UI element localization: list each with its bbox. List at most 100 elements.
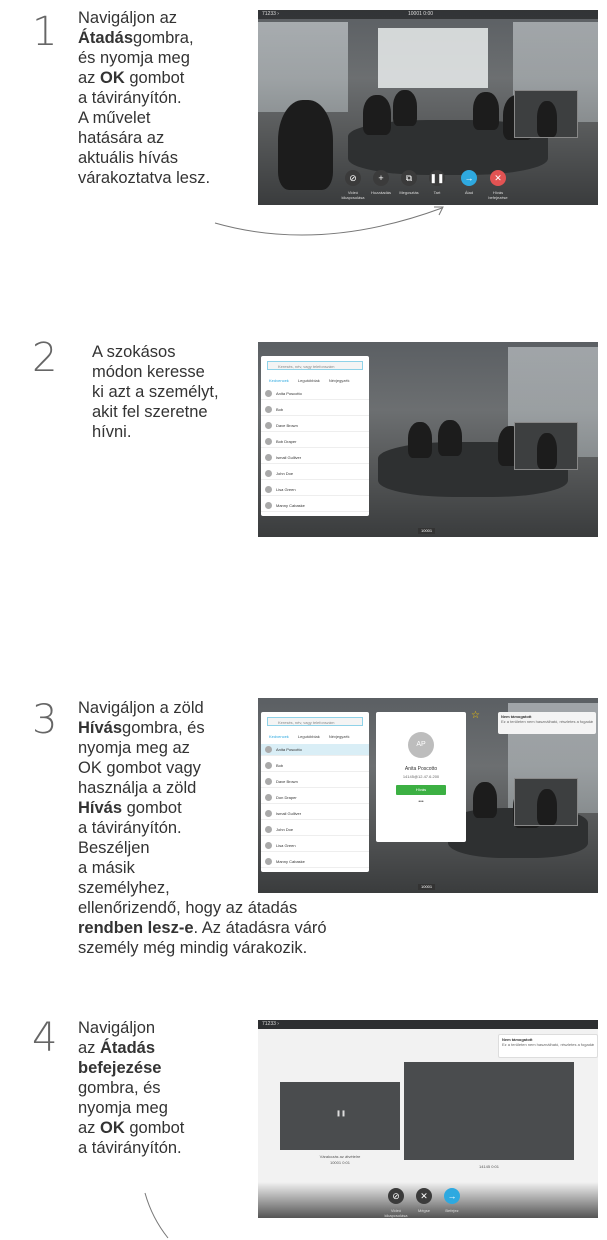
- contact-card-number: 14145@12.47.6.200: [402, 774, 440, 779]
- avatar: [265, 794, 272, 802]
- video-off-button[interactable]: ⊘: [345, 170, 361, 186]
- contact-name: Bob: [276, 763, 284, 768]
- text-line: hívni.: [92, 423, 132, 441]
- contact-tabs: Kedvencek Legutóbbiak Névjegyzék: [269, 378, 358, 383]
- list-item[interactable]: John Doe: [261, 824, 369, 836]
- screenshot-call-contact: Keresés, név, vagy telefonszám Kedvencek…: [258, 698, 598, 893]
- active-call-tile: [404, 1062, 574, 1160]
- contact-name: Don Draper: [276, 795, 297, 800]
- avatar: [265, 438, 272, 446]
- contact-name: Bob Draper: [276, 439, 297, 444]
- self-view: [514, 422, 578, 470]
- screenshot-in-call: 71233 › 10001 0:00 ⊘ + ⧉ ❚❚ → ✕ Videó ki…: [258, 10, 598, 205]
- text-line: az OK gombot: [78, 1119, 185, 1137]
- text-line: várakoztatva lesz.: [78, 169, 211, 187]
- call-button[interactable]: Hívás: [396, 785, 446, 795]
- hold-button[interactable]: ❚❚: [429, 170, 445, 186]
- step-3: 3 Navigáljon a zöld Hívásgombra, és nyom…: [0, 690, 607, 957]
- contact-name: Bob: [276, 407, 284, 412]
- contact-name: John Doe: [276, 827, 294, 832]
- control-label: Videó kikapcsolása: [384, 1208, 408, 1218]
- notice-text: Ez a területen nem használható, részlete…: [502, 1042, 594, 1047]
- held-call-tile: ❚❚: [280, 1082, 400, 1150]
- text-line: nyomja meg: [78, 1099, 168, 1117]
- contact-name: Manny Cabaske: [276, 503, 305, 508]
- text-line: A szokásos: [92, 343, 176, 361]
- search-input[interactable]: Keresés, név, vagy telefonszám: [267, 717, 363, 726]
- text-line: ellenőrizendő, hogy az átadás: [78, 899, 298, 917]
- notice-popup: Nem támogatott Ez a területen nem haszná…: [498, 1034, 598, 1058]
- list-item[interactable]: Dave Brown: [261, 776, 369, 788]
- avatar: [265, 842, 272, 850]
- add-button[interactable]: +: [373, 170, 389, 186]
- pause-icon: ❚❚: [336, 1111, 347, 1117]
- list-item[interactable]: Anita Poscotto: [261, 388, 369, 400]
- list-item[interactable]: Manny Cabaske: [261, 856, 369, 868]
- list-item[interactable]: Dave Brown: [261, 420, 369, 432]
- notice-text: Ez a területen nem használható, részlete…: [501, 719, 593, 724]
- held-call-label: Várakozás az átvételre: [319, 1154, 361, 1159]
- cancel-button[interactable]: ✕: [416, 1188, 432, 1204]
- avatar: [265, 810, 272, 818]
- text-line: a távirányítón.: [78, 1139, 182, 1157]
- text-line: módon keresse: [92, 363, 205, 381]
- list-item[interactable]: Lisa Green: [261, 840, 369, 852]
- contact-name: Dave Brown: [276, 779, 298, 784]
- contact-name: Lisa Green: [276, 843, 296, 848]
- avatar: [265, 454, 272, 462]
- step-1: 1 Navigáljon az Átadásgombra, és nyomja …: [0, 0, 607, 250]
- contact-name: Dave Brown: [276, 423, 298, 428]
- list-item[interactable]: Lisa Green: [261, 484, 369, 496]
- screenshot-search: Keresés, név, vagy telefonszám Kedvencek…: [258, 342, 598, 537]
- text-line: befejezése: [78, 1059, 162, 1077]
- contact-name: Manny Cabaske: [276, 859, 305, 864]
- tab-directory[interactable]: Névjegyzék: [329, 734, 350, 739]
- contact-card-name: Anita Poscotto: [404, 766, 438, 772]
- list-item[interactable]: Bob: [261, 760, 369, 772]
- text-line: ki azt a személyt,: [92, 383, 219, 401]
- call-tag: 10001: [418, 528, 436, 534]
- screenshot-complete-transfer: 71233 › Nem támogatott Ez a területen ne…: [258, 1020, 598, 1218]
- more-button[interactable]: •••: [376, 799, 466, 805]
- avatar: [265, 502, 272, 510]
- avatar: [265, 762, 272, 770]
- list-item[interactable]: Anita Poscotto: [261, 744, 369, 756]
- list-item[interactable]: Manny Cabaske: [261, 500, 369, 512]
- list-item[interactable]: Don Draper: [261, 792, 369, 804]
- tab-favorites[interactable]: Kedvencek: [269, 378, 289, 383]
- step-number: 4: [32, 1015, 58, 1061]
- text-line: Navigáljon az: [78, 9, 178, 27]
- avatar: [265, 470, 272, 478]
- list-item[interactable]: Ismail Gulliver: [261, 452, 369, 464]
- text-line: és nyomja meg: [78, 49, 190, 67]
- text-line: gombra, és: [78, 1079, 161, 1097]
- avatar: [265, 826, 272, 834]
- avatar: [265, 858, 272, 866]
- tab-recent[interactable]: Legutóbbiak: [298, 378, 320, 383]
- tab-directory[interactable]: Névjegyzék: [329, 378, 350, 383]
- text-line: A művelet: [78, 109, 151, 127]
- share-button[interactable]: ⧉: [401, 170, 417, 186]
- contact-card: ☆ AP Anita Poscotto 14145@12.47.6.200 Hí…: [376, 710, 480, 842]
- text-line: hatására az: [78, 129, 165, 147]
- end-call-button[interactable]: ✕: [490, 170, 506, 186]
- video-off-button[interactable]: ⊘: [388, 1188, 404, 1204]
- step-2: 2 A szokásos módon keresse ki azt a szem…: [0, 330, 607, 560]
- tab-favorites[interactable]: Kedvencek: [269, 734, 289, 739]
- list-item[interactable]: Ismail Gulliver: [261, 808, 369, 820]
- transfer-button[interactable]: →: [461, 170, 477, 186]
- pointer-arrow: [144, 1192, 169, 1239]
- control-label: Átad: [464, 190, 474, 195]
- list-item[interactable]: John Doe: [261, 468, 369, 480]
- tab-recent[interactable]: Legutóbbiak: [298, 734, 320, 739]
- list-item[interactable]: Bob: [261, 404, 369, 416]
- control-label: Hozzáadás: [370, 190, 391, 195]
- complete-transfer-button[interactable]: →: [444, 1188, 460, 1204]
- control-label: Hívás befejezése: [488, 190, 508, 200]
- control-label: Tart: [433, 190, 441, 195]
- notice-popup: Nem támogatott Ez a területen nem haszná…: [498, 712, 596, 734]
- step-text: A szokásos módon keresse ki azt a személ…: [92, 342, 252, 442]
- list-item[interactable]: Bob Draper: [261, 436, 369, 448]
- search-input[interactable]: Keresés, név, vagy telefonszám: [267, 361, 363, 370]
- star-icon[interactable]: ☆: [471, 710, 480, 721]
